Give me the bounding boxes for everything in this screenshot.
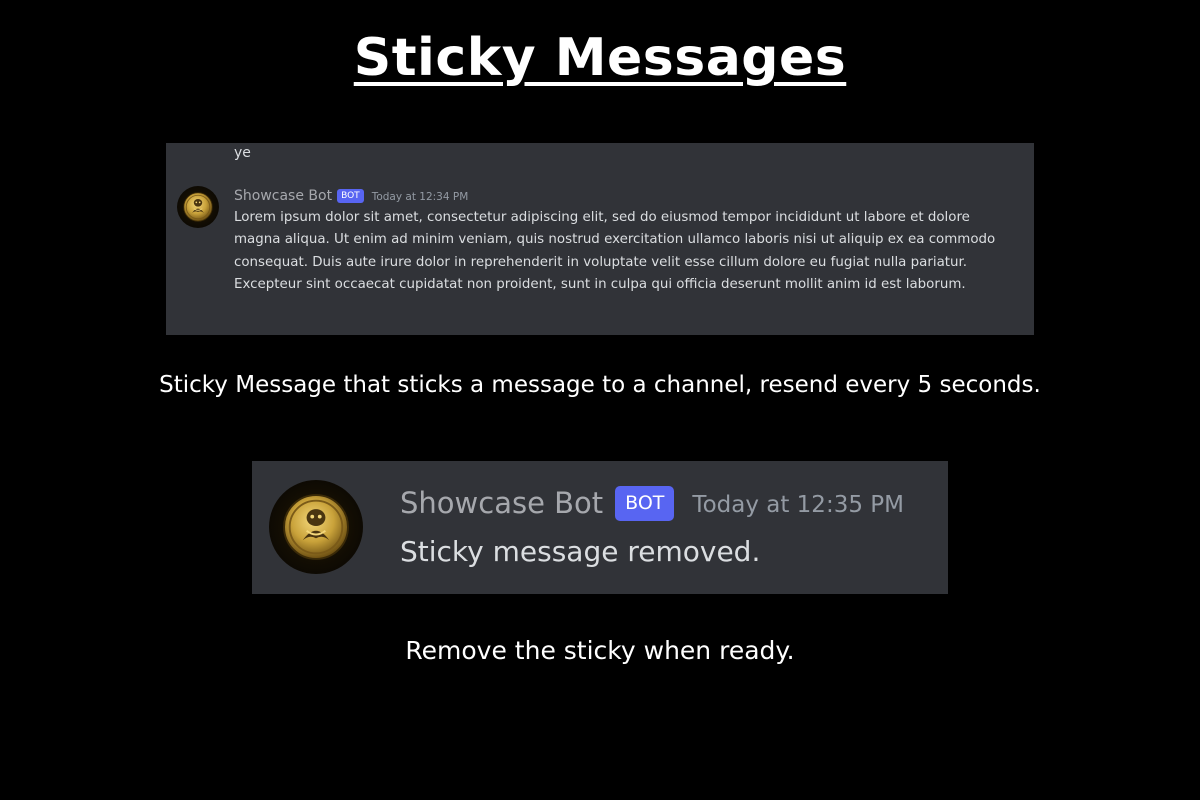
message-timestamp: Today at 12:35 PM [692,492,904,518]
author-name[interactable]: Showcase Bot [400,486,603,520]
gold-coin-icon [283,494,349,560]
bot-avatar-icon[interactable] [177,186,219,228]
bot-avatar-icon[interactable] [269,480,363,574]
message-timestamp: Today at 12:34 PM [371,191,469,203]
message-header: Showcase Bot BOT Today at 12:34 PM [234,186,468,206]
author-name[interactable]: Showcase Bot [234,188,332,204]
bot-tag-badge: BOT [337,189,364,203]
previous-message-text: ye [234,145,251,161]
caption-remove-description: Remove the sticky when ready. [405,636,795,665]
page-title: Sticky Messages [353,28,847,88]
gold-coin-icon [183,192,213,222]
sticky-message-screenshot: ye Showcase Bot BOT Today at 12:34 PM Lo… [166,143,1034,335]
caption-sticky-description: Sticky Message that sticks a message to … [159,372,1041,398]
sticky-message-text: Lorem ipsum dolor sit amet, consectetur … [234,210,996,293]
message-header: Showcase Bot BOT Today at 12:35 PM [400,481,904,525]
removed-message-text: Sticky message removed. [400,535,761,568]
bot-tag-badge: BOT [615,485,675,521]
remove-message-screenshot: Showcase Bot BOT Today at 12:35 PM Stick… [252,461,948,594]
